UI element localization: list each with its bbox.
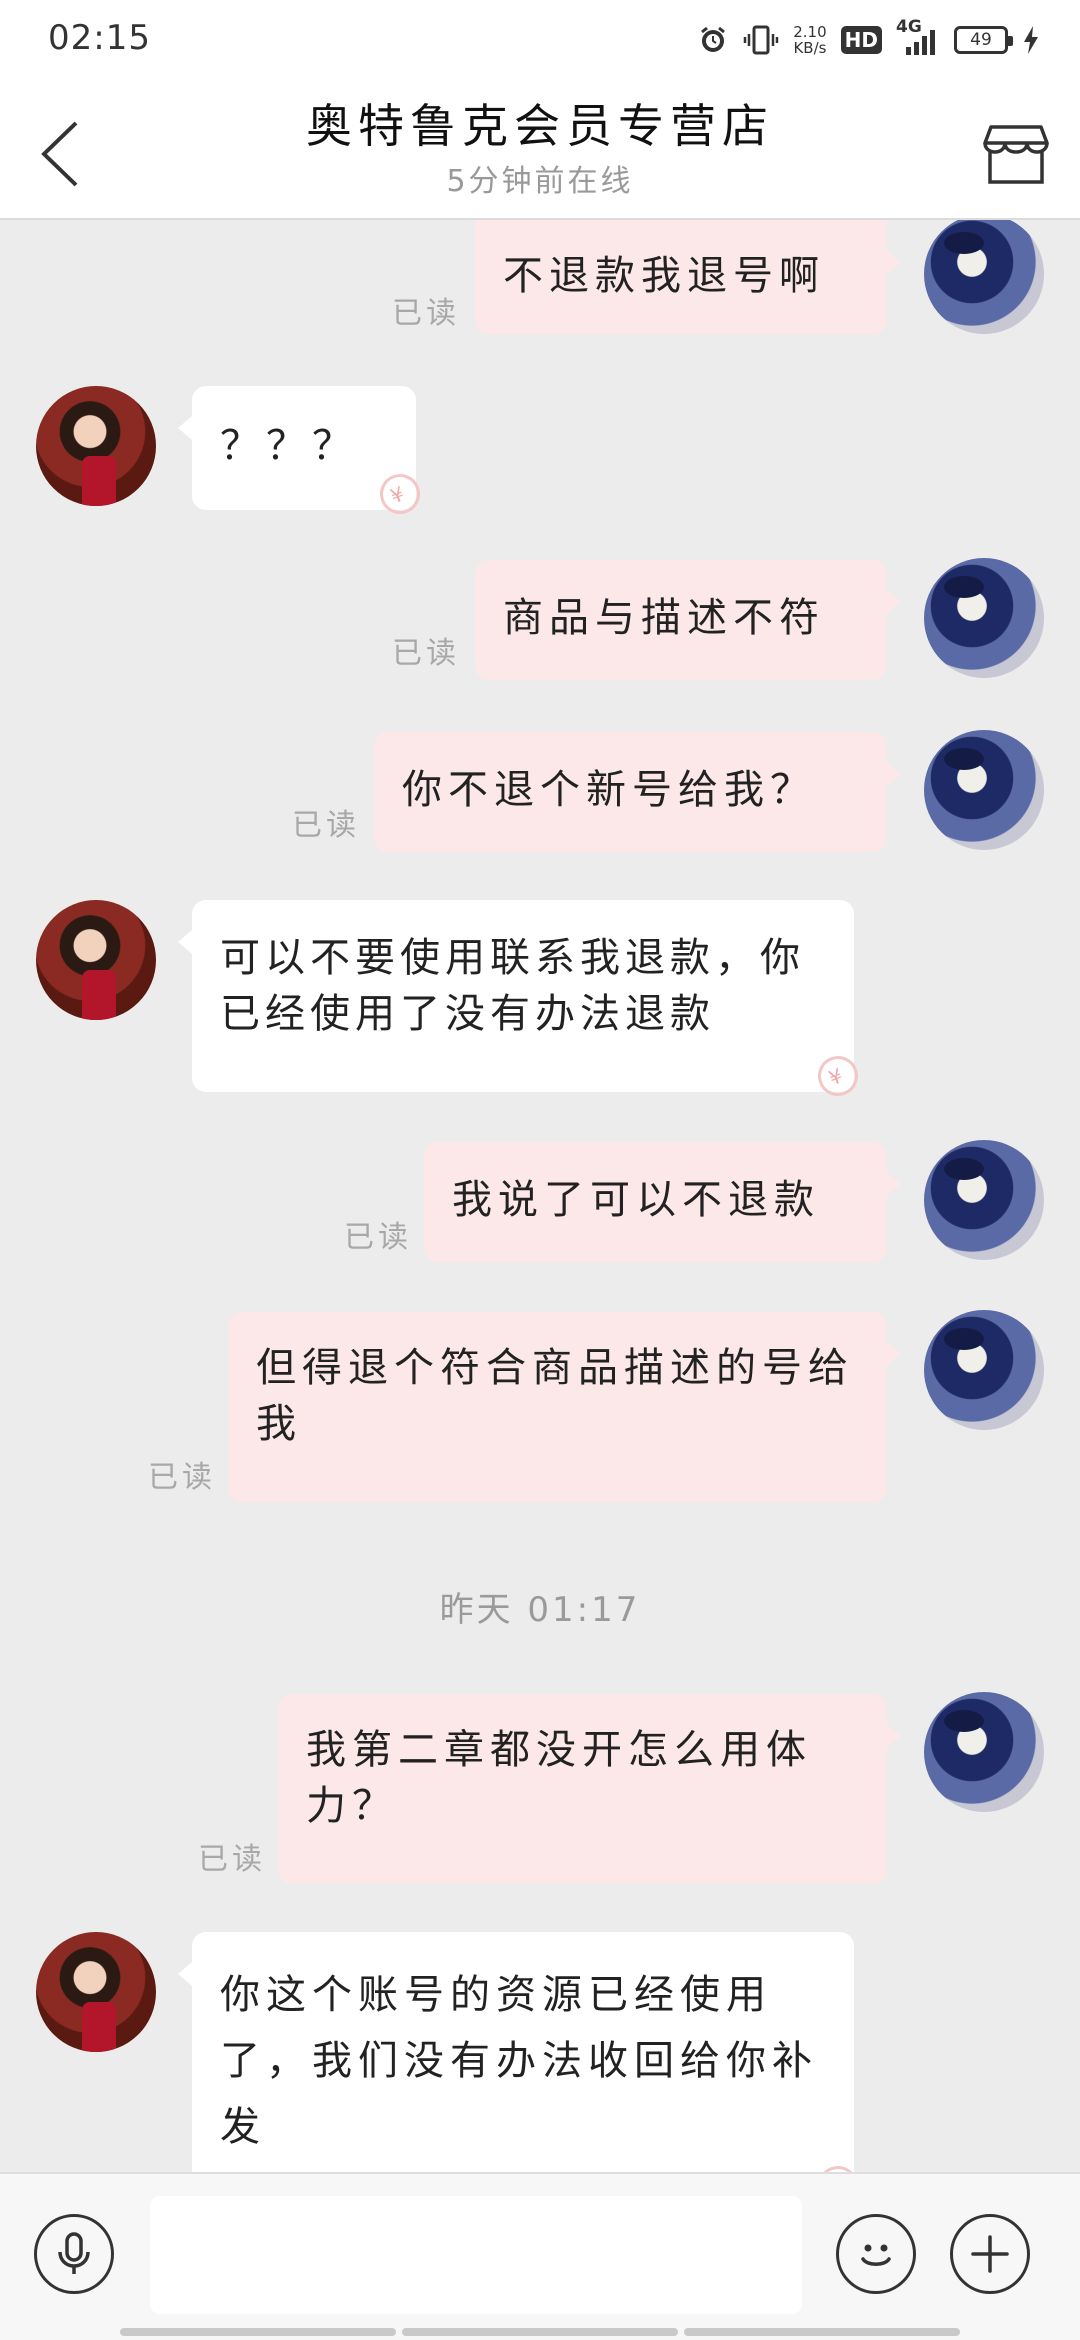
message-text: 但得退个符合商品描述的号给我 xyxy=(256,1345,854,1447)
network-speed-unit: KB/s xyxy=(793,39,827,57)
user-avatar[interactable] xyxy=(924,1692,1044,1812)
message-text: 你这个账号的资源已经使用了，我们没有办法收回给你补发 xyxy=(220,1972,818,2150)
home-indicator xyxy=(0,2328,1080,2340)
emoji-icon xyxy=(861,2244,891,2266)
read-receipt: 已读 xyxy=(148,1460,216,1495)
battery-icon: 49 xyxy=(954,26,1013,54)
plus-button[interactable] xyxy=(950,2214,1030,2294)
hd-badge: HD xyxy=(840,26,882,54)
message-input[interactable] xyxy=(150,2196,802,2314)
input-bar xyxy=(0,2172,1080,2340)
stamp-icon: ¥ xyxy=(812,1050,864,1102)
message-timestamp: 昨天 01:17 xyxy=(439,1590,641,1630)
emoji-button[interactable] xyxy=(836,2214,916,2294)
read-receipt: 已读 xyxy=(344,1220,412,1255)
user-avatar[interactable] xyxy=(924,558,1044,678)
indicator-segment xyxy=(402,2328,678,2336)
merchant-avatar[interactable] xyxy=(36,386,156,506)
received-message[interactable]: ？？？ ¥ xyxy=(178,386,426,520)
user-avatar[interactable] xyxy=(924,1140,1044,1260)
indicator-segment xyxy=(120,2328,396,2336)
microphone-icon xyxy=(58,2232,90,2274)
battery-level: 49 xyxy=(954,26,1013,54)
online-status: 5分钟前在线 xyxy=(446,164,634,199)
stamp-icon: ¥ xyxy=(374,468,426,520)
chat-header: 奥特鲁克会员专营店 5分钟前在线 xyxy=(0,78,1080,220)
sent-message[interactable]: 不退款我退号啊 xyxy=(475,220,901,334)
sent-message[interactable]: 我第二章都没开怎么用体力？ xyxy=(278,1694,901,1884)
network-speed-value: 2.10 xyxy=(793,23,827,41)
stamp-icon: ¥ xyxy=(812,2160,864,2172)
received-message[interactable]: 你这个账号的资源已经使用了，我们没有办法收回给你补发 ¥ xyxy=(178,1932,864,2172)
network-speed: 2.10 KB/s xyxy=(793,24,826,56)
sent-message[interactable]: 商品与描述不符 xyxy=(475,560,901,680)
read-receipt: 已读 xyxy=(198,1842,266,1877)
sent-message[interactable]: 我说了可以不退款 xyxy=(424,1142,901,1262)
user-avatar[interactable] xyxy=(924,1310,1044,1430)
message-text: 你不退个新号给我？ xyxy=(402,767,816,813)
user-avatar[interactable] xyxy=(924,730,1044,850)
plus-icon xyxy=(971,2235,1009,2273)
message-text: 商品与描述不符 xyxy=(503,595,825,641)
chat-message-list[interactable]: 已读 不退款我退号啊 ？？？ ¥ 已读 商品与描述不符 已读 你不退个新号给我？… xyxy=(0,220,1080,2172)
received-message[interactable]: 可以不要使用联系我退款，你已经使用了没有办法退款 ¥ xyxy=(178,900,864,1102)
signal-icon: 4G xyxy=(896,17,940,57)
status-time: 02:15 xyxy=(48,18,151,58)
store-icon xyxy=(983,125,1049,184)
message-text: 我第二章都没开怎么用体力？ xyxy=(306,1727,812,1829)
shop-title: 奥特鲁克会员专营店 xyxy=(306,99,774,153)
voice-button[interactable] xyxy=(34,2214,114,2294)
sent-message[interactable]: 但得退个符合商品描述的号给我 xyxy=(228,1312,901,1502)
read-receipt: 已读 xyxy=(392,296,460,331)
hd-icon: HD xyxy=(840,26,882,54)
sent-message[interactable]: 你不退个新号给我？ xyxy=(374,732,901,852)
message-text: ？？？ xyxy=(220,423,358,469)
user-avatar[interactable] xyxy=(924,220,1044,334)
message-text: 不退款我退号啊 xyxy=(503,253,825,299)
message-text: 我说了可以不退款 xyxy=(452,1177,820,1223)
read-receipt: 已读 xyxy=(392,636,460,671)
merchant-avatar[interactable] xyxy=(36,900,156,1020)
message-text: 可以不要使用联系我退款，你已经使用了没有办法退款 xyxy=(220,935,805,1037)
status-icons: 2.10 KB/s HD 4G 49 xyxy=(697,17,1040,60)
vibrate-icon xyxy=(743,24,779,56)
indicator-segment xyxy=(684,2328,960,2336)
status-bar: 02:15 2.10 KB/s HD 4G 49 xyxy=(0,0,1080,78)
merchant-avatar[interactable] xyxy=(36,1932,156,2052)
store-button[interactable] xyxy=(978,116,1054,192)
read-receipt: 已读 xyxy=(292,808,360,843)
alarm-icon xyxy=(697,24,729,56)
charging-bolt-icon xyxy=(1022,25,1040,55)
